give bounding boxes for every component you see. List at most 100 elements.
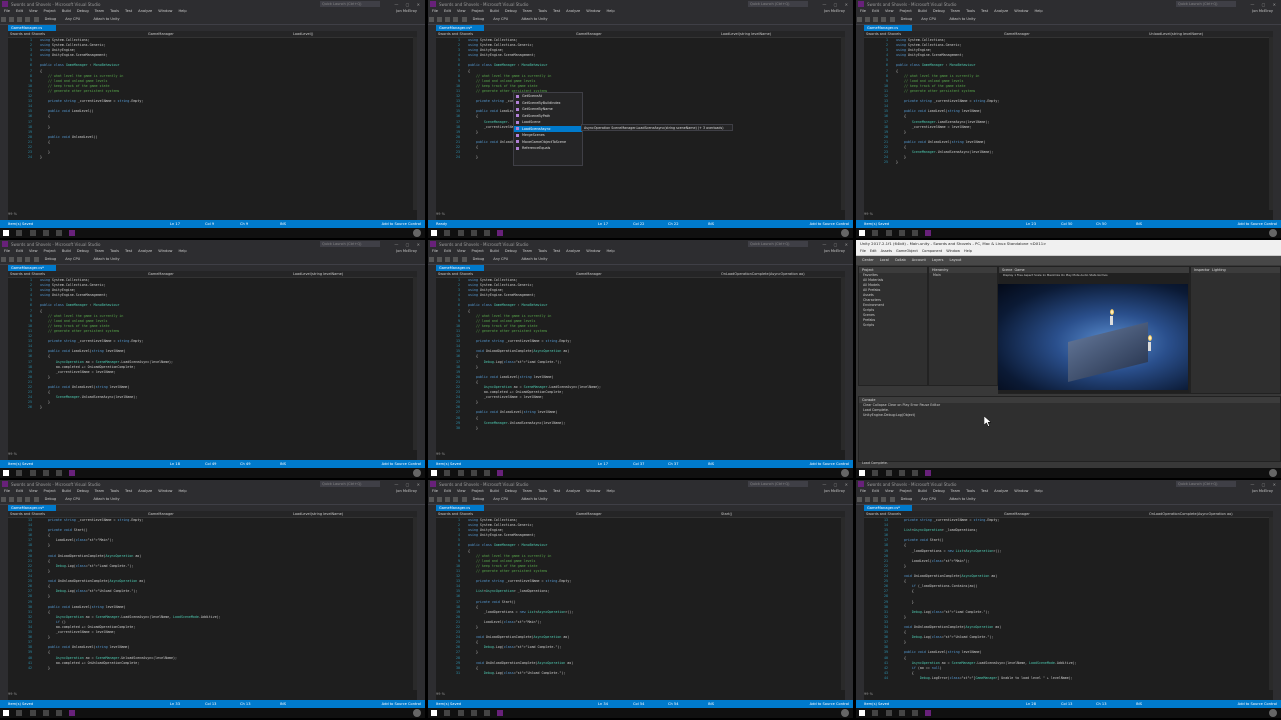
class-dropdown[interactable]: GameManager bbox=[148, 271, 174, 277]
menu-window[interactable]: Window bbox=[586, 249, 600, 253]
menu-team[interactable]: Team bbox=[951, 9, 961, 13]
back-icon[interactable] bbox=[429, 257, 434, 262]
windows-start-icon[interactable] bbox=[3, 470, 9, 476]
unity-toolbar-local[interactable]: Local bbox=[880, 258, 889, 262]
code-editor[interactable]: 13 private string _currentLevelName = st… bbox=[8, 518, 411, 690]
vertical-scrollbar[interactable] bbox=[841, 37, 845, 210]
console-log[interactable]: Load Complete. UnityEngine.Debug:Log(Obje… bbox=[859, 408, 1280, 418]
game-viewport[interactable] bbox=[998, 284, 1188, 390]
platform-dropdown[interactable]: Any CPU bbox=[493, 257, 508, 261]
vertical-scrollbar[interactable] bbox=[841, 277, 845, 450]
windows-start-icon[interactable] bbox=[431, 230, 437, 236]
menu-window[interactable]: Window bbox=[1014, 489, 1028, 493]
save-icon[interactable] bbox=[445, 497, 451, 502]
user-account[interactable]: Jon McElroy bbox=[1252, 488, 1273, 495]
member-dropdown[interactable]: LoadLevel() bbox=[293, 31, 313, 37]
forward-icon[interactable] bbox=[865, 497, 871, 502]
visual-studio-icon[interactable] bbox=[925, 230, 932, 236]
undo-icon[interactable] bbox=[25, 497, 31, 502]
menu-team[interactable]: Team bbox=[95, 249, 105, 253]
vertical-scrollbar[interactable] bbox=[1269, 517, 1273, 690]
unity-toolbar-layout[interactable]: Layout bbox=[950, 258, 962, 262]
vertical-scrollbar[interactable] bbox=[1269, 37, 1273, 210]
redo-icon[interactable] bbox=[33, 17, 39, 22]
unity-icon[interactable] bbox=[912, 230, 919, 236]
config-dropdown[interactable]: Debug bbox=[901, 17, 913, 21]
add-to-source-control-button[interactable]: Add to Source Control bbox=[1238, 700, 1277, 708]
game-view-toolbar[interactable]: Display 1 Free Aspect Scale 1x Maximize … bbox=[999, 273, 1189, 278]
menu-test[interactable]: Test bbox=[981, 9, 988, 13]
forward-icon[interactable] bbox=[437, 17, 443, 22]
task-view-icon[interactable] bbox=[885, 230, 892, 236]
menu-file[interactable]: File bbox=[432, 489, 438, 493]
task-view-icon[interactable] bbox=[29, 470, 36, 476]
menu-analyze[interactable]: Analyze bbox=[994, 9, 1008, 13]
window-controls[interactable]: — ▢ ✕ bbox=[394, 2, 423, 7]
search-icon[interactable] bbox=[444, 230, 451, 236]
redo-icon[interactable] bbox=[33, 257, 39, 262]
back-icon[interactable] bbox=[857, 17, 862, 22]
menu-help[interactable]: Help bbox=[178, 249, 186, 253]
menu-edit[interactable]: Edit bbox=[444, 249, 451, 253]
forward-icon[interactable] bbox=[9, 17, 15, 22]
back-icon[interactable] bbox=[857, 497, 862, 502]
menu-file[interactable]: File bbox=[4, 489, 10, 493]
menu-team[interactable]: Team bbox=[523, 489, 533, 493]
quick-launch-input[interactable]: Quick Launch (Ctrl+Q) bbox=[748, 241, 808, 247]
unity-menu-assets[interactable]: Assets bbox=[881, 249, 892, 253]
menu-file[interactable]: File bbox=[432, 249, 438, 253]
menu-edit[interactable]: Edit bbox=[872, 489, 879, 493]
menu-tools[interactable]: Tools bbox=[966, 9, 975, 13]
visual-studio-icon[interactable] bbox=[925, 470, 932, 476]
menu-help[interactable]: Help bbox=[1034, 489, 1042, 493]
attach-to-unity-button[interactable]: Attach to Unity bbox=[93, 257, 119, 261]
solution-explorer-strip[interactable] bbox=[417, 265, 425, 460]
menu-build[interactable]: Build bbox=[918, 489, 927, 493]
undo-icon[interactable] bbox=[881, 17, 887, 22]
menu-debug[interactable]: Debug bbox=[933, 489, 945, 493]
task-view-icon[interactable] bbox=[885, 470, 892, 476]
menu-team[interactable]: Team bbox=[95, 9, 105, 13]
save-icon[interactable] bbox=[17, 257, 23, 262]
toolbox-strip[interactable] bbox=[856, 505, 864, 700]
menu-window[interactable]: Window bbox=[586, 9, 600, 13]
code-line[interactable]: 31 Debug.Log(class="st">"Unload Complete… bbox=[436, 671, 839, 676]
user-account[interactable]: Jon McElroy bbox=[396, 488, 417, 495]
undo-icon[interactable] bbox=[25, 17, 31, 22]
menu-team[interactable]: Team bbox=[523, 249, 533, 253]
code-line[interactable]: 25} bbox=[864, 160, 1267, 165]
back-icon[interactable] bbox=[1, 257, 6, 262]
menu-analyze[interactable]: Analyze bbox=[566, 249, 580, 253]
menu-build[interactable]: Build bbox=[490, 249, 499, 253]
project-dropdown[interactable]: Swords and Shovels bbox=[10, 31, 45, 37]
menu-test[interactable]: Test bbox=[125, 9, 132, 13]
redo-icon[interactable] bbox=[461, 257, 467, 262]
class-dropdown[interactable]: GameManager bbox=[576, 271, 602, 277]
menu-build[interactable]: Build bbox=[62, 489, 71, 493]
user-account[interactable]: Jon McElroy bbox=[396, 248, 417, 255]
forward-icon[interactable] bbox=[9, 257, 15, 262]
menu-analyze[interactable]: Analyze bbox=[994, 489, 1008, 493]
menu-analyze[interactable]: Analyze bbox=[138, 249, 152, 253]
menu-project[interactable]: Project bbox=[900, 9, 912, 13]
menu-file[interactable]: File bbox=[4, 9, 10, 13]
folder-icon[interactable] bbox=[898, 710, 905, 716]
redo-icon[interactable] bbox=[461, 497, 467, 502]
code-editor[interactable]: 13 private string _currentLevelName = st… bbox=[864, 518, 1267, 690]
add-to-source-control-button[interactable]: Add to Source Control bbox=[810, 460, 849, 468]
menu-tools[interactable]: Tools bbox=[110, 489, 119, 493]
solution-explorer-strip[interactable] bbox=[417, 25, 425, 220]
visual-studio-icon[interactable] bbox=[69, 470, 76, 476]
menu-analyze[interactable]: Analyze bbox=[138, 489, 152, 493]
toolbox-strip[interactable] bbox=[428, 265, 436, 460]
visual-studio-icon[interactable] bbox=[925, 710, 932, 716]
solution-explorer-strip[interactable] bbox=[845, 505, 853, 700]
code-editor[interactable]: 1 using System.Collections; 2 using System.… bbox=[8, 38, 411, 210]
menu-analyze[interactable]: Analyze bbox=[566, 9, 580, 13]
code-line[interactable]: 24} bbox=[8, 155, 411, 160]
project-dropdown[interactable]: Swords and Shovels bbox=[438, 271, 473, 277]
zoom-level[interactable]: 99 % bbox=[8, 692, 17, 696]
toolbox-strip[interactable] bbox=[856, 25, 864, 220]
task-view-icon[interactable] bbox=[457, 230, 464, 236]
menu-view[interactable]: View bbox=[457, 489, 466, 493]
